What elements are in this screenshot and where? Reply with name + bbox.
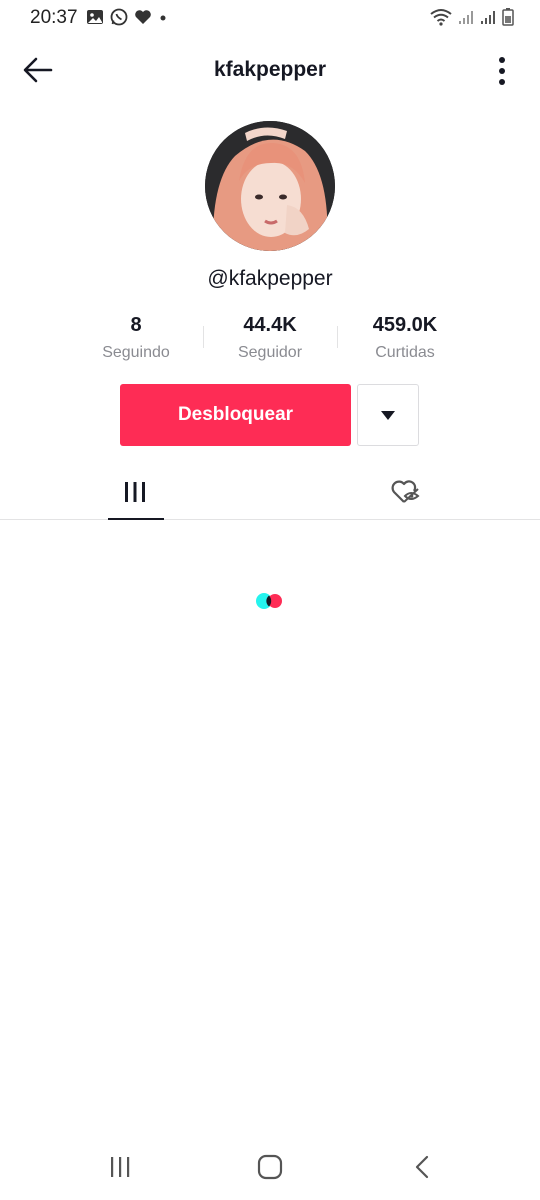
stat-likes-count: 459.0K [372,314,438,336]
recent-apps-button[interactable] [90,1142,150,1192]
recent-apps-icon [111,1157,130,1177]
system-back-button[interactable] [392,1142,452,1192]
more-notifications-dot-icon [160,15,166,21]
status-right-icons [430,8,514,26]
battery-icon [502,8,514,26]
tab-liked[interactable] [270,465,540,519]
videos-grid-icon [125,482,145,502]
chevron-left-icon [415,1155,429,1179]
tab-videos[interactable] [0,465,270,519]
stat-following-count: 8 [130,314,142,336]
signal-1-icon [459,11,473,24]
stat-followers[interactable]: 44.4K Seguidor [200,312,340,362]
more-options-button[interactable] [488,54,516,88]
profile-avatar [205,121,335,251]
home-button[interactable] [240,1142,300,1192]
stat-likes: 459.0K Curtidas [335,312,475,362]
profile-tabs [0,465,540,520]
tiktok-loader-icon [256,593,282,609]
home-icon [257,1154,283,1180]
profile-header: kfakpepper [0,44,540,96]
gallery-notification-icon [87,10,103,24]
status-time: 20:37 [30,7,78,28]
stat-following[interactable]: 8 Seguindo [66,312,206,362]
whatsapp-notification-icon [110,8,128,26]
suggestions-dropdown-button[interactable] [357,384,419,446]
caret-down-icon [381,411,395,420]
stat-likes-label: Curtidas [375,344,435,361]
stat-followers-label: Seguidor [237,344,303,361]
status-left-icons [86,8,168,26]
stat-followers-count: 44.4K [243,314,297,336]
unblock-button[interactable]: Desbloquear [120,384,351,446]
system-nav-bar [0,1134,540,1200]
profile-stats: 8 Seguindo 44.4K Seguidor 459.0K Curtida… [0,312,540,372]
profile-handle: @kfakpepper [207,267,333,290]
avatar-image [205,121,335,251]
signal-2-icon [481,11,495,24]
active-tab-indicator [108,518,164,520]
loading-spinner [255,592,285,610]
stat-following-label: Seguindo [102,344,170,361]
heart-notification-icon [135,10,151,24]
status-bar: 20:37 [0,0,540,34]
liked-hidden-icon [391,480,420,503]
more-vertical-icon [499,57,505,85]
page-title: kfakpepper [213,58,327,81]
wifi-icon [430,9,452,26]
